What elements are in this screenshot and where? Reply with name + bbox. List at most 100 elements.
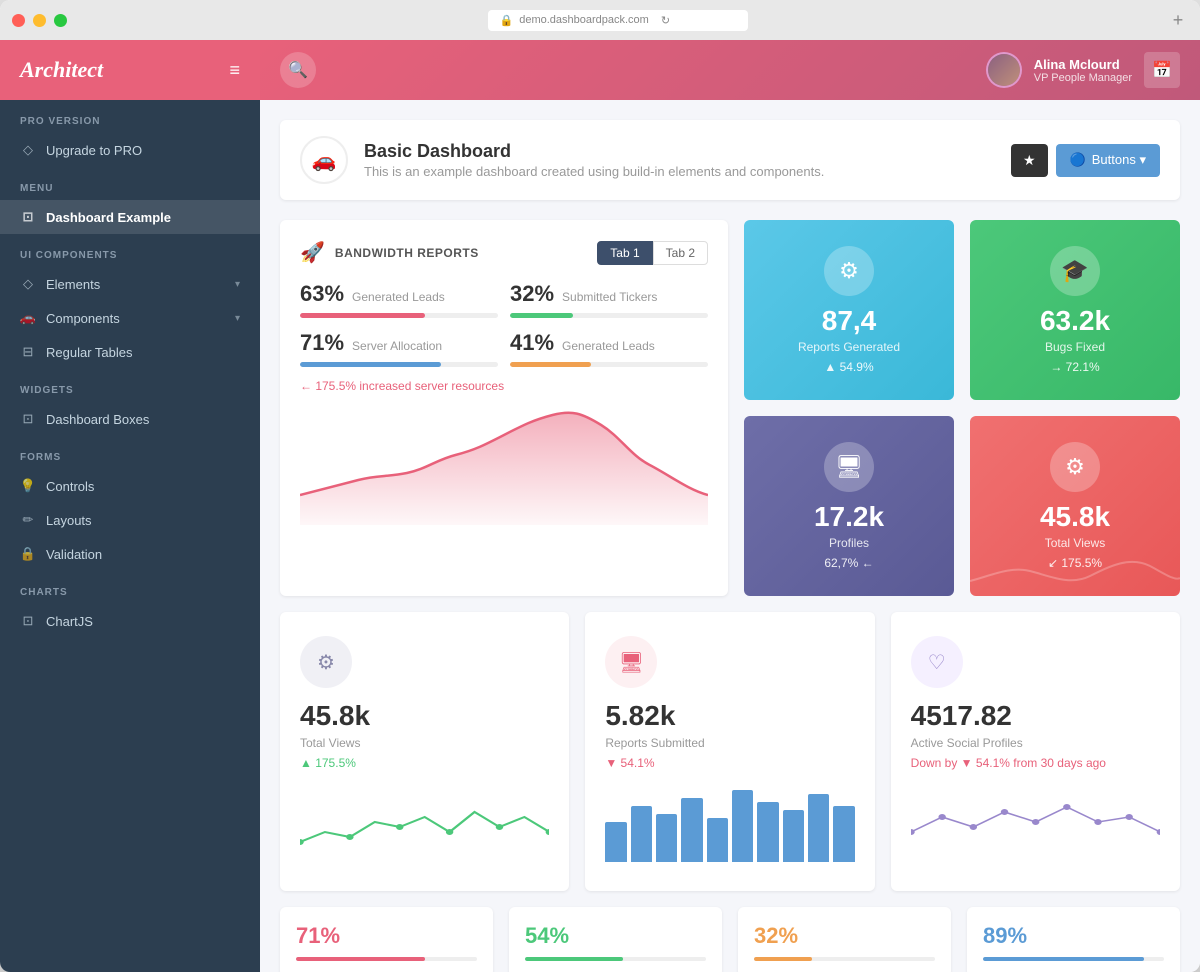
sidebar-header: Architect ≡ bbox=[0, 40, 260, 100]
page-header: 🚗 Basic Dashboard This is an example das… bbox=[280, 120, 1180, 200]
sidebar-item-controls[interactable]: 💡 Controls bbox=[0, 469, 260, 503]
user-info: Alina Mclourd VP People Manager bbox=[1034, 57, 1132, 84]
stat-label-3: Server Allocation bbox=[352, 339, 442, 353]
maximize-dot[interactable] bbox=[54, 14, 67, 27]
stat-box-bugs: 🎓 63.2k Bugs Fixed → 72.1% bbox=[970, 220, 1180, 400]
titlebar: 🔒 demo.dashboardpack.com ↻ + bbox=[0, 0, 1200, 40]
tables-icon: ⊟ bbox=[20, 344, 36, 360]
card-reports-label: Reports Submitted bbox=[605, 736, 854, 750]
chevron-icon: ▾ bbox=[235, 279, 240, 290]
bar-10 bbox=[833, 806, 854, 862]
sidebar-item-dashboard-boxes[interactable]: ⊡ Dashboard Boxes bbox=[0, 402, 260, 436]
card-social-label: Active Social Profiles bbox=[911, 736, 1160, 750]
bar-8 bbox=[783, 810, 804, 862]
stat-box-reports: ⚙ 87,4 Reports Generated ▲ 54.9% bbox=[744, 220, 954, 400]
upgrade-label: Upgrade to PRO bbox=[46, 143, 142, 158]
buttons-dropdown[interactable]: 🔵 Buttons ▾ bbox=[1056, 144, 1160, 177]
sidebar-item-chartjs[interactable]: ⊡ ChartJS bbox=[0, 604, 260, 638]
progress-bar-4 bbox=[510, 362, 708, 367]
bar-bg-3 bbox=[754, 957, 935, 961]
user-name: Alina Mclourd bbox=[1034, 57, 1132, 72]
page-actions: ★ 🔵 Buttons ▾ bbox=[1011, 144, 1160, 177]
dashboard-label: Dashboard Example bbox=[46, 210, 171, 225]
sidebar-item-layouts[interactable]: ✏ Layouts bbox=[0, 503, 260, 537]
progress-card-2: 54% bbox=[509, 907, 722, 972]
hamburger-button[interactable]: ≡ bbox=[229, 60, 240, 81]
bar-fill-3 bbox=[754, 957, 812, 961]
bandwidth-card: 🚀 BANDWIDTH REPORTS Tab 1 Tab 2 63% bbox=[280, 220, 728, 596]
section-menu: MENU bbox=[0, 167, 260, 200]
layouts-icon: ✏ bbox=[20, 512, 36, 528]
star-button[interactable]: ★ bbox=[1011, 144, 1048, 177]
controls-icon: 💡 bbox=[20, 478, 36, 494]
stat-server-allocation: 71% Server Allocation bbox=[300, 330, 498, 367]
section-forms: FORMS bbox=[0, 436, 260, 469]
rocket-icon: 🚀 bbox=[300, 240, 325, 265]
bar-bg-2 bbox=[525, 957, 706, 961]
reports-change: ▲ 54.9% bbox=[824, 360, 873, 374]
progress-bar-3 bbox=[300, 362, 498, 367]
minimize-dot[interactable] bbox=[33, 14, 46, 27]
progress-bar-1 bbox=[300, 313, 498, 318]
stat-box-views: ⚙ 45.8k Total Views ↙ 175.5% bbox=[970, 416, 1180, 596]
sidebar-item-validation[interactable]: 🔒 Validation bbox=[0, 537, 260, 571]
page-title-area: Basic Dashboard This is an example dashb… bbox=[364, 141, 824, 179]
url-bar[interactable]: 🔒 demo.dashboardpack.com ↻ bbox=[488, 10, 748, 31]
progress-fill-3 bbox=[300, 362, 441, 367]
card-reports-change: ▼ 54.1% bbox=[605, 756, 854, 770]
section-ui: UI COMPONENTS bbox=[0, 234, 260, 267]
stat-pct-2: 32% bbox=[510, 281, 554, 307]
stats-row-2: 71% Server Allocation 41% Gen bbox=[300, 330, 708, 367]
validation-label: Validation bbox=[46, 547, 102, 562]
section-pro: PRO VERSION bbox=[0, 100, 260, 133]
close-dot[interactable] bbox=[12, 14, 25, 27]
bar-bg-4 bbox=[983, 957, 1164, 961]
bugs-label: Bugs Fixed bbox=[1045, 340, 1105, 354]
reports-value: 87,4 bbox=[822, 306, 877, 337]
elements-icon: ◇ bbox=[20, 276, 36, 292]
bar-7 bbox=[757, 802, 778, 862]
tab-2-button[interactable]: Tab 2 bbox=[653, 241, 708, 265]
bar-fill-2 bbox=[525, 957, 623, 961]
sidebar-item-components[interactable]: 🚗 Components ▾ bbox=[0, 301, 260, 335]
bar-4 bbox=[681, 798, 702, 862]
pct-1: 71% bbox=[296, 923, 477, 949]
layouts-label: Layouts bbox=[46, 513, 92, 528]
alert-text: ← 175.5% increased server resources bbox=[300, 379, 708, 393]
stat-box-profiles: 🖥 17.2k Profiles 62,7% ← bbox=[744, 416, 954, 596]
sidebar-item-elements[interactable]: ◇ Elements ▾ bbox=[0, 267, 260, 301]
sidebar-item-tables[interactable]: ⊟ Regular Tables bbox=[0, 335, 260, 369]
stat-label-1: Generated Leads bbox=[352, 290, 445, 304]
card-social-change: Down by ▼ 54.1% from 30 days ago bbox=[911, 756, 1160, 770]
stat-pct-3: 71% bbox=[300, 330, 344, 356]
reports-label: Reports Generated bbox=[798, 340, 900, 354]
reports-icon: ⚙ bbox=[824, 246, 874, 296]
progress-card-1: 71% bbox=[280, 907, 493, 972]
bandwidth-header: 🚀 BANDWIDTH REPORTS Tab 1 Tab 2 bbox=[300, 240, 708, 265]
new-tab-button[interactable]: + bbox=[1168, 10, 1188, 30]
stat-generated-leads: 63% Generated Leads bbox=[300, 281, 498, 318]
stat-pct-4: 41% bbox=[510, 330, 554, 356]
app-layout: Architect ≡ PRO VERSION ◇ Upgrade to PRO… bbox=[0, 40, 1200, 972]
progress-card-4: 89% bbox=[967, 907, 1180, 972]
tab-1-button[interactable]: Tab 1 bbox=[597, 241, 652, 265]
components-icon: 🚗 bbox=[20, 310, 36, 326]
views-icon: ⚙ bbox=[1050, 442, 1100, 492]
sidebar-item-upgrade[interactable]: ◇ Upgrade to PRO bbox=[0, 133, 260, 167]
calendar-button[interactable]: 📅 bbox=[1144, 52, 1180, 88]
topnav-right: Alina Mclourd VP People Manager 📅 bbox=[986, 52, 1180, 88]
brand-logo: Architect bbox=[20, 57, 103, 83]
progress-grid: 71% 54% 32% bbox=[280, 907, 1180, 972]
section-charts: CHARTS bbox=[0, 571, 260, 604]
validation-icon: 🔒 bbox=[20, 546, 36, 562]
search-button[interactable]: 🔍 bbox=[280, 52, 316, 88]
profiles-label: Profiles bbox=[829, 536, 869, 550]
stat-label-2: Submitted Tickers bbox=[562, 290, 657, 304]
bar-fill-4 bbox=[983, 957, 1144, 961]
sidebar-item-dashboard[interactable]: ⊡ Dashboard Example bbox=[0, 200, 260, 234]
wave-chart bbox=[970, 546, 1180, 596]
buttons-icon: 🔵 bbox=[1070, 152, 1086, 168]
bottom-card-views: ⚙ 45.8k Total Views ▲ 175.5% bbox=[280, 612, 569, 891]
stat-submitted-tickers: 32% Submitted Tickers bbox=[510, 281, 708, 318]
progress-fill-4 bbox=[510, 362, 591, 367]
